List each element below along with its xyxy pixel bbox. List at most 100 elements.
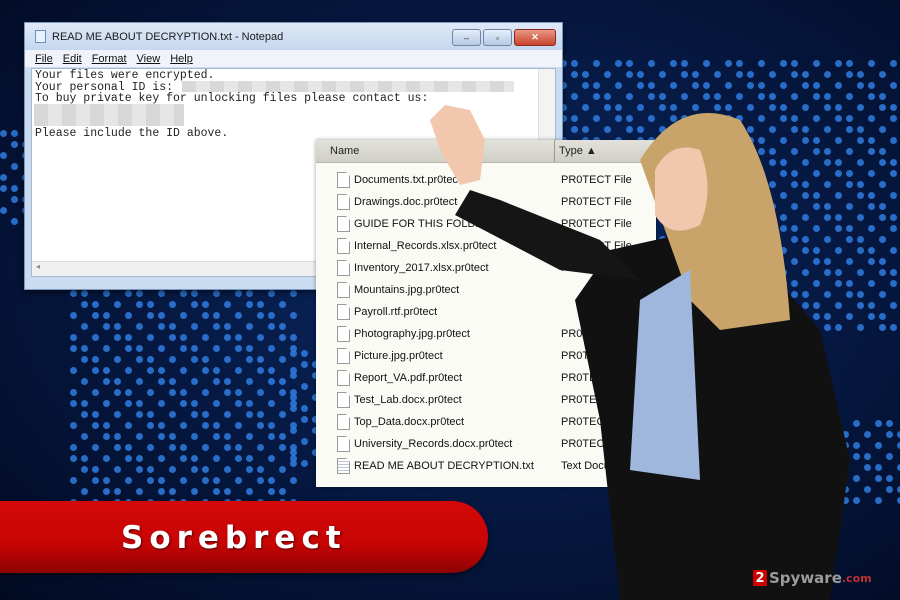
maximize-icon: ▫	[495, 32, 500, 43]
map-dot	[736, 291, 743, 298]
menu-format[interactable]: Format	[92, 53, 127, 65]
map-dot	[802, 302, 809, 309]
map-dot	[114, 301, 121, 308]
menu-file[interactable]: File	[35, 53, 53, 65]
map-dot	[813, 137, 820, 144]
map-dot	[180, 455, 187, 462]
map-dot	[268, 433, 275, 440]
map-dot	[681, 60, 688, 67]
file-row[interactable]: Drawings.doc.pr0tect PR0TECT File	[316, 191, 656, 213]
map-dot	[158, 345, 165, 352]
map-dot	[103, 422, 110, 429]
file-row[interactable]: Internal_Records.xlsx.pr0tect PR0TECT Fil…	[316, 235, 656, 257]
file-row[interactable]: Inventory_2017.xlsx.pr0tect PR0TECT File	[316, 257, 656, 279]
map-dot	[802, 126, 809, 133]
map-dot	[582, 82, 589, 89]
map-dot	[813, 82, 820, 89]
map-dot	[780, 115, 787, 122]
map-dot	[703, 82, 710, 89]
file-row[interactable]: Picture.jpg.pr0tect PR0TECT File	[316, 345, 656, 367]
menu-view[interactable]: View	[137, 53, 161, 65]
map-dot	[290, 350, 297, 357]
map-dot	[279, 334, 286, 341]
file-row[interactable]: Mountains.jpg.pr0tect	[316, 279, 656, 301]
column-name[interactable]: Name	[316, 140, 555, 162]
file-row[interactable]: University_Records.docx.pr0tect PR0TECT F…	[316, 433, 656, 455]
map-dot	[813, 60, 820, 67]
map-dot	[279, 356, 286, 363]
file-row[interactable]: Documents.txt.pr0tect PR0TECT File	[316, 169, 656, 191]
map-dot	[714, 291, 721, 298]
file-row[interactable]: Report_VA.pdf.pr0tect PR0TECT File	[316, 367, 656, 389]
minimize-button[interactable]: –	[452, 29, 481, 46]
file-type: PR0TECT File	[561, 350, 632, 362]
map-dot	[125, 312, 132, 319]
map-dot	[147, 466, 154, 473]
column-type[interactable]: Type ▲	[555, 140, 597, 162]
map-dot	[681, 93, 688, 100]
map-dot	[0, 185, 7, 192]
close-button[interactable]: ✕	[514, 29, 556, 46]
map-dot	[213, 400, 220, 407]
map-dot	[191, 411, 198, 418]
map-dot	[659, 214, 666, 221]
file-row[interactable]: Test_Lab.docx.pr0tect PR0TECT File	[316, 389, 656, 411]
map-dot	[147, 367, 154, 374]
map-dot	[637, 82, 644, 89]
map-dot	[301, 405, 308, 412]
map-dot	[670, 225, 677, 232]
map-dot	[857, 104, 864, 111]
notepad-title-bar[interactable]: READ ME ABOUT DECRYPTION.txt - Notepad –…	[25, 23, 562, 50]
map-dot	[703, 192, 710, 199]
map-dot	[670, 269, 677, 276]
map-dot	[136, 290, 143, 297]
file-name: University_Records.docx.pr0tect	[354, 438, 513, 450]
file-row[interactable]: Payroll.rtf.pr0tect	[316, 301, 656, 323]
map-dot	[659, 236, 666, 243]
file-row[interactable]: Photography.jpg.pr0tect PR0TECT File	[316, 323, 656, 345]
map-dot	[615, 104, 622, 111]
file-row[interactable]: Top_Data.docx.pr0tect PR0TECT File	[316, 411, 656, 433]
map-dot	[824, 181, 831, 188]
map-dot	[725, 104, 732, 111]
map-dot	[670, 192, 677, 199]
map-dot	[593, 93, 600, 100]
map-dot	[224, 444, 231, 451]
file-row[interactable]: GUIDE FOR THIS FOLDER.pr0tect PR0TECT Fil…	[316, 213, 656, 235]
map-dot	[780, 60, 787, 67]
map-dot	[125, 389, 132, 396]
map-dot	[92, 466, 99, 473]
menu-help[interactable]: Help	[170, 53, 193, 65]
map-dot	[747, 159, 754, 166]
map-dot	[846, 181, 853, 188]
map-dot	[670, 104, 677, 111]
map-dot	[290, 405, 297, 412]
map-dot	[736, 313, 743, 320]
map-dot	[681, 258, 688, 265]
map-dot	[879, 126, 886, 133]
map-dot	[879, 93, 886, 100]
map-dot	[802, 181, 809, 188]
map-dot	[802, 71, 809, 78]
map-dot	[670, 115, 677, 122]
map-dot	[648, 93, 655, 100]
map-dot	[813, 258, 820, 265]
notepad-icon	[35, 30, 46, 43]
map-dot	[835, 137, 842, 144]
menu-edit[interactable]: Edit	[63, 53, 82, 65]
map-dot	[213, 323, 220, 330]
map-dot	[831, 486, 838, 493]
file-row[interactable]: READ ME ABOUT DECRYPTION.txt Text Documen…	[316, 455, 656, 477]
map-dot	[268, 400, 275, 407]
map-dot	[714, 324, 721, 331]
map-dot	[875, 420, 882, 427]
map-dot	[246, 356, 253, 363]
map-dot	[659, 71, 666, 78]
map-dot	[780, 280, 787, 287]
map-dot	[736, 181, 743, 188]
file-icon	[337, 370, 350, 386]
map-dot	[714, 313, 721, 320]
maximize-button[interactable]: ▫	[483, 29, 512, 46]
map-dot	[714, 71, 721, 78]
map-dot	[853, 453, 860, 460]
